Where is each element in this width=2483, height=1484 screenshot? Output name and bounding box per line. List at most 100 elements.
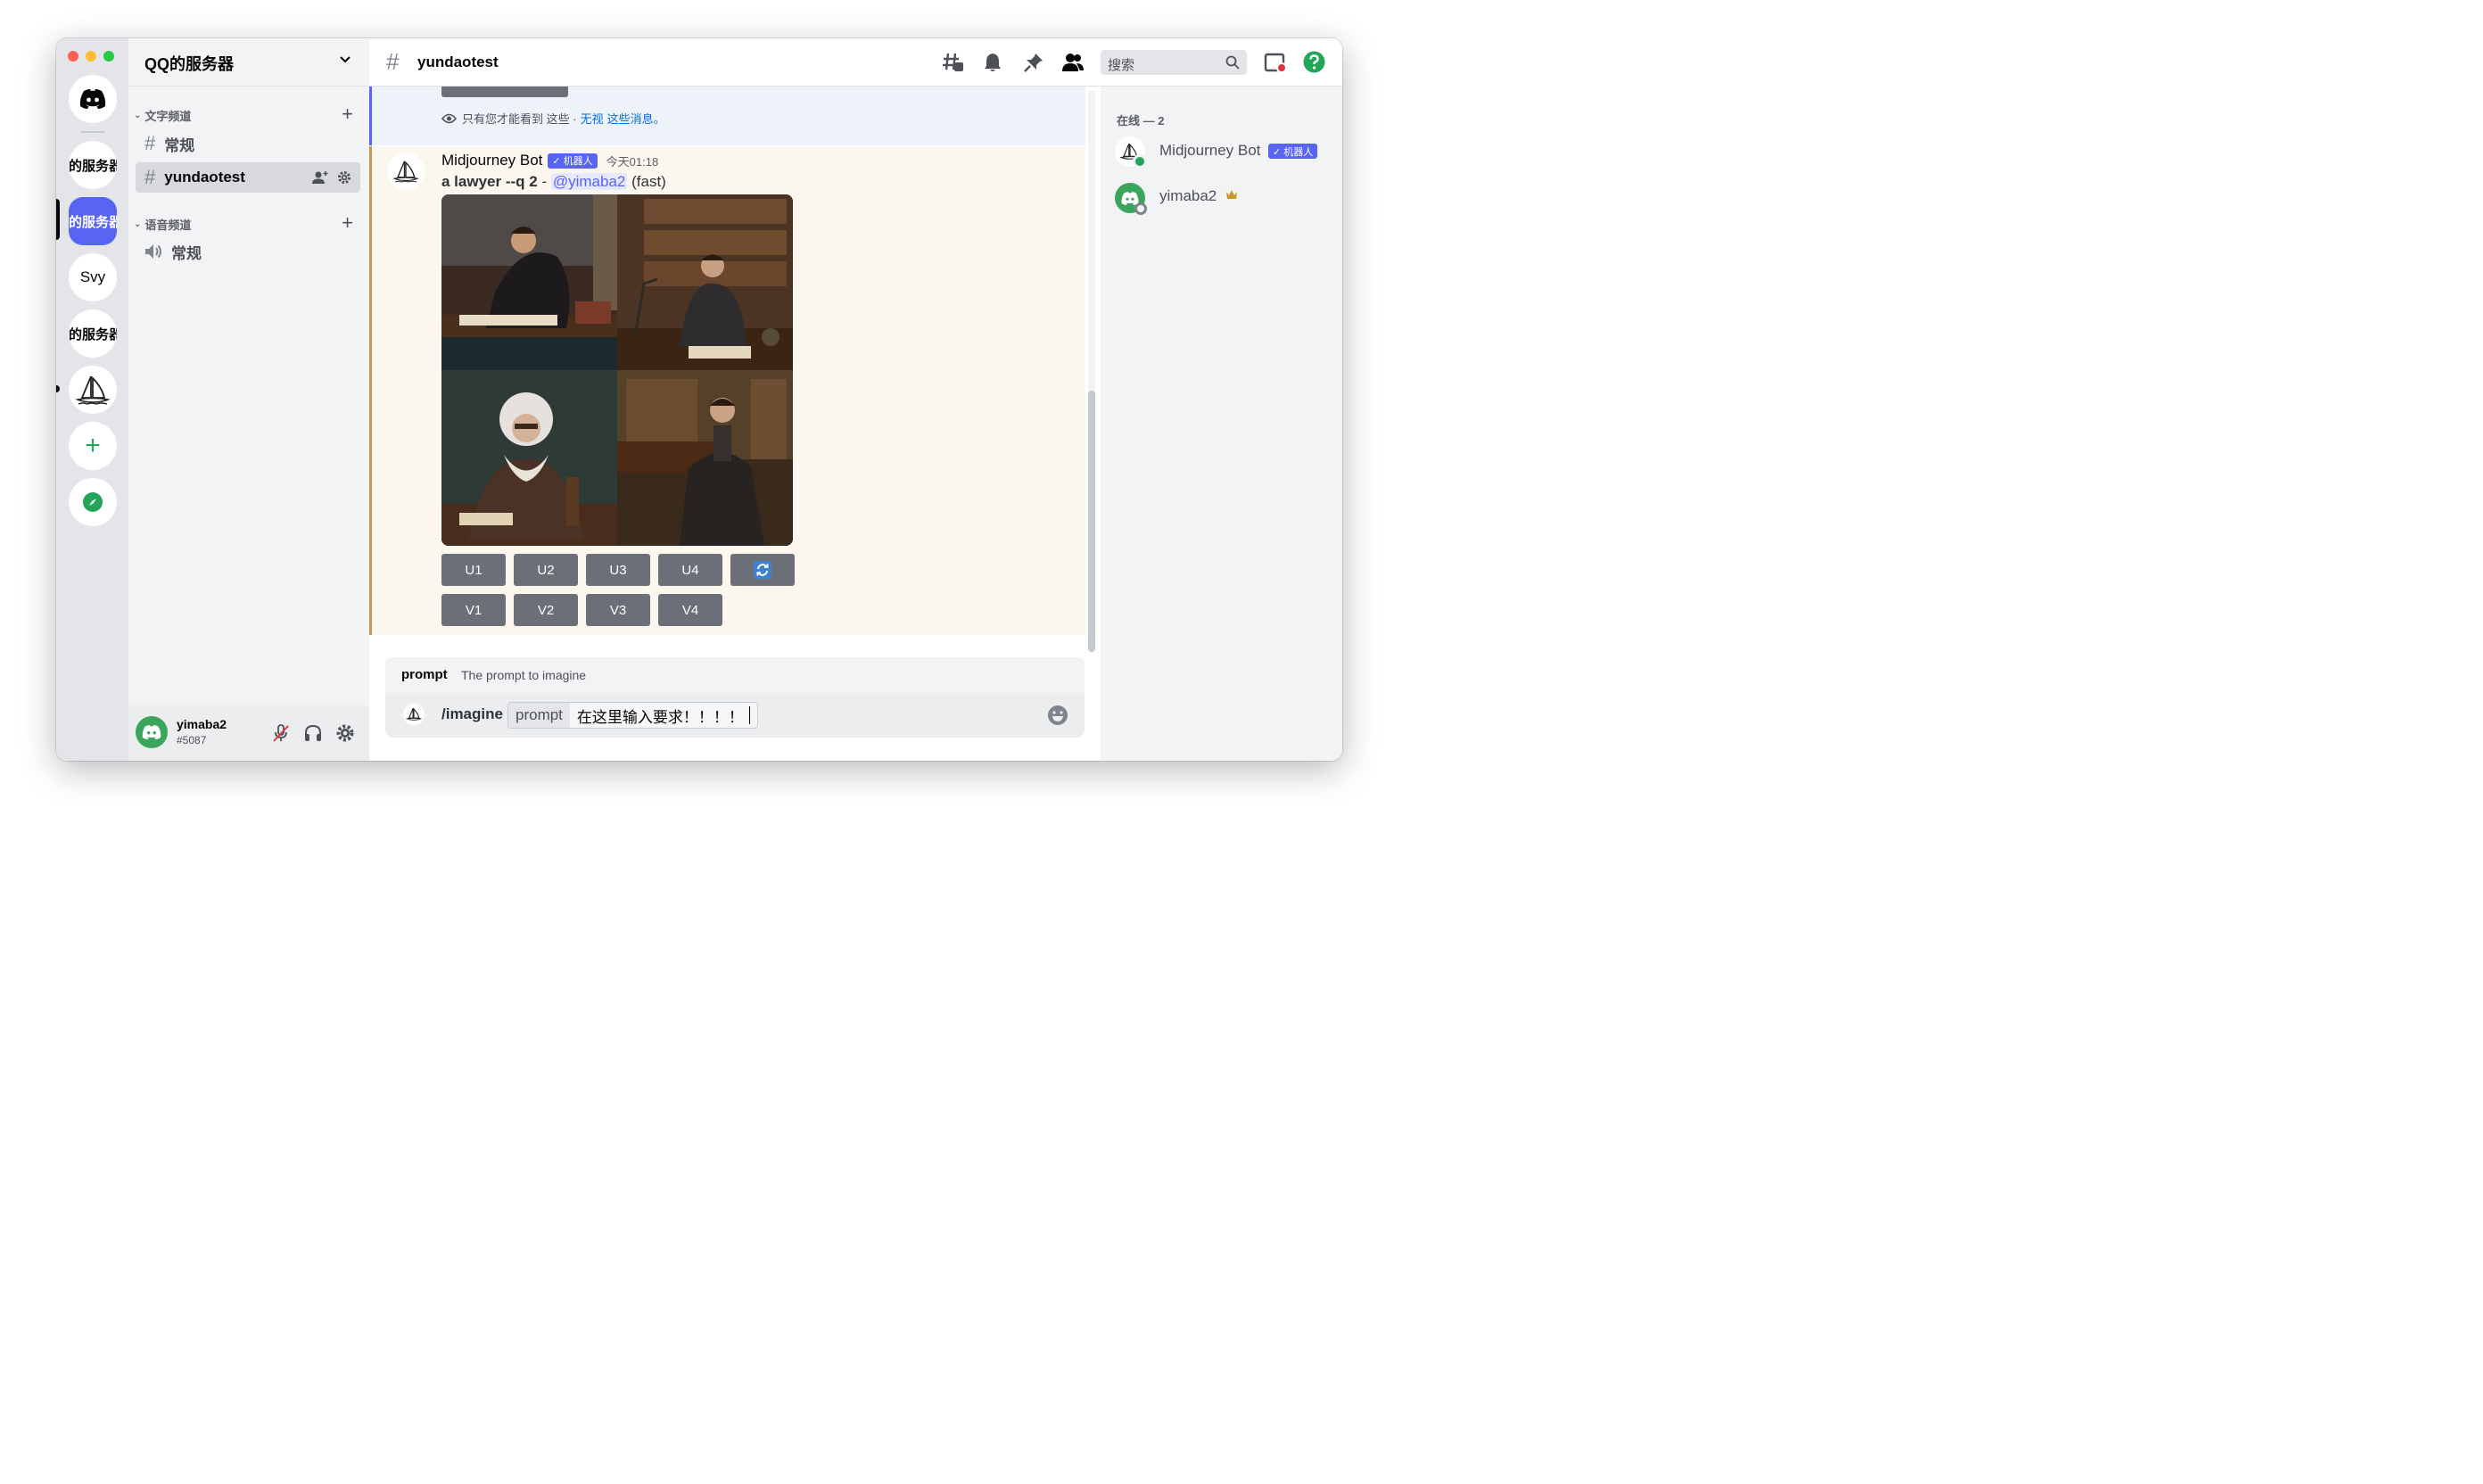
user-settings-gear-icon[interactable] [335, 723, 355, 743]
upscale-button-2[interactable]: U2 [514, 554, 578, 586]
channel-title: yundaotest [417, 54, 499, 70]
variation-button-2[interactable]: V2 [514, 594, 578, 626]
member-list-icon[interactable] [1061, 52, 1085, 73]
add-server-button[interactable]: + [69, 422, 117, 470]
discord-logo-icon [142, 725, 161, 739]
search-input[interactable]: 搜索 [1101, 50, 1247, 75]
grid-image-2 [617, 194, 793, 370]
option-name: prompt [401, 667, 448, 682]
prompt-text: a lawyer --q 2 [441, 173, 538, 190]
zoom-window-button[interactable] [103, 51, 114, 62]
user-tag: #5087 [177, 734, 207, 746]
invite-member-icon[interactable] [312, 170, 328, 185]
dismiss-message-suffix[interactable]: 这些消息。 [607, 110, 665, 127]
search-placeholder: 搜索 [1108, 58, 1135, 73]
idle-status-indicator [1134, 202, 1147, 215]
reroll-button[interactable] [730, 554, 795, 586]
bot-avatar[interactable] [387, 153, 425, 190]
home-button[interactable] [69, 75, 117, 123]
dismiss-message-link[interactable]: 无视 [581, 110, 604, 127]
eye-icon [441, 113, 457, 124]
server-header[interactable]: QQ的服务器 [128, 38, 369, 87]
category-label: 文字频道 [144, 110, 192, 123]
discord-window: 的服务器 的服务器 Svy 的服务器 + QQ的服务器 ⌄ 文字频道 + # 常… [56, 38, 1342, 761]
refresh-icon [754, 561, 771, 579]
help-icon[interactable] [1303, 51, 1325, 73]
pin-icon[interactable] [1023, 52, 1044, 73]
server-icon-label: 的服务器 [69, 158, 117, 174]
speed-mode: (fast) [631, 173, 666, 190]
member-item-yimaba2[interactable]: yimaba2 [1115, 179, 1333, 218]
channel-item-yundaotest[interactable]: # yundaotest [136, 162, 360, 193]
discord-logo-icon [79, 89, 106, 109]
message-content: a lawyer --q 2 - @yimaba2 (fast) [441, 173, 666, 191]
prompt-input[interactable]: 在这里输入要求！！！！ [570, 705, 749, 727]
previous-button-strip [441, 87, 568, 97]
upscale-button-3[interactable]: U3 [586, 554, 650, 586]
create-voice-channel-button[interactable]: + [342, 213, 353, 233]
inbox-icon[interactable] [1264, 52, 1287, 73]
bot-badge: ✓ 机器人 [548, 153, 598, 169]
search-icon [1225, 55, 1240, 70]
scrollbar-thumb[interactable] [1088, 391, 1095, 652]
variation-button-1[interactable]: V1 [441, 594, 506, 626]
scrollbar-track[interactable] [1088, 90, 1095, 652]
message-timestamp: 今天01:18 [606, 154, 659, 169]
avatar[interactable] [136, 716, 168, 748]
username: yimaba2 [177, 717, 227, 731]
upscale-button-1[interactable]: U1 [441, 554, 506, 586]
chevron-down-icon [339, 55, 351, 64]
message-author[interactable]: Midjourney Bot [441, 152, 542, 169]
create-channel-button[interactable]: + [342, 104, 353, 124]
bell-icon[interactable] [983, 52, 1002, 73]
server-icon-2[interactable]: 的服务器 [69, 197, 117, 245]
close-window-button[interactable] [68, 51, 78, 62]
compass-icon [82, 491, 103, 513]
muted-microphone-icon[interactable] [271, 723, 291, 743]
user-mention[interactable]: @yimaba2 [550, 173, 628, 190]
category-text-channels[interactable]: ⌄ 文字频道 [134, 107, 191, 124]
chat-area: 只有您才能看到 这些 · 无视 这些消息。 Midjourney Bot ✓ 机… [369, 38, 1101, 761]
variation-button-4[interactable]: V4 [658, 594, 722, 626]
bot-badge: ✓ 机器人 [1268, 144, 1318, 159]
explore-servers-button[interactable] [69, 478, 117, 526]
selected-server-pill [56, 199, 60, 240]
server-icon-label: 的服务器 [69, 214, 117, 230]
hashtag-icon: # [144, 132, 156, 154]
ephemeral-message: 只有您才能看到 这些 · 无视 这些消息。 [369, 87, 1085, 145]
emoji-picker-icon[interactable] [1047, 705, 1068, 726]
channel-settings-gear-icon[interactable] [337, 170, 351, 185]
headphones-icon[interactable] [303, 723, 323, 743]
crown-icon [1225, 189, 1238, 200]
minimize-window-button[interactable] [86, 51, 96, 62]
online-status-indicator [1133, 154, 1147, 169]
option-param-label: prompt [508, 703, 570, 728]
member-name: yimaba2 [1159, 187, 1217, 204]
server-icon-4[interactable]: 的服务器 [69, 309, 117, 358]
server-icon-3[interactable]: Svy [69, 253, 117, 301]
command-option-hint: prompt The prompt to imagine [385, 657, 1085, 693]
voice-channel-general[interactable]: 常规 [136, 236, 360, 267]
category-voice-channels[interactable]: ⌄ 语音频道 [134, 216, 191, 233]
message-item: Midjourney Bot ✓ 机器人 今天01:18 a lawyer --… [369, 146, 1085, 635]
chevron-down-icon: ⌄ [134, 111, 142, 120]
category-label: 语音频道 [144, 218, 192, 232]
chevron-down-icon: ⌄ [134, 219, 142, 229]
prompt-option-field[interactable]: prompt 在这里输入要求！！！！ [507, 702, 758, 729]
command-app-icon [403, 704, 425, 725]
channel-item-general[interactable]: # 常规 [136, 128, 360, 159]
rail-divider [81, 131, 104, 133]
threads-icon[interactable] [942, 52, 965, 73]
variation-button-3[interactable]: V3 [586, 594, 650, 626]
grid-image-4 [617, 370, 793, 546]
channel-sidebar: QQ的服务器 ⌄ 文字频道 + # 常规 # yundaotest ⌄ 语音频道… [128, 38, 369, 761]
member-item-midjourney-bot[interactable]: Midjourney Bot ✓ 机器人 [1115, 133, 1333, 172]
server-icon-label: 的服务器 [69, 326, 117, 342]
image-grid-attachment[interactable] [441, 194, 793, 546]
discord-logo-icon [1121, 191, 1139, 205]
channel-label: 常规 [171, 244, 202, 262]
upscale-button-4[interactable]: U4 [658, 554, 722, 586]
server-icon-1[interactable]: 的服务器 [69, 141, 117, 189]
message-composer: prompt The prompt to imagine /imagine pr… [385, 657, 1085, 738]
server-icon-midjourney[interactable] [69, 366, 117, 414]
